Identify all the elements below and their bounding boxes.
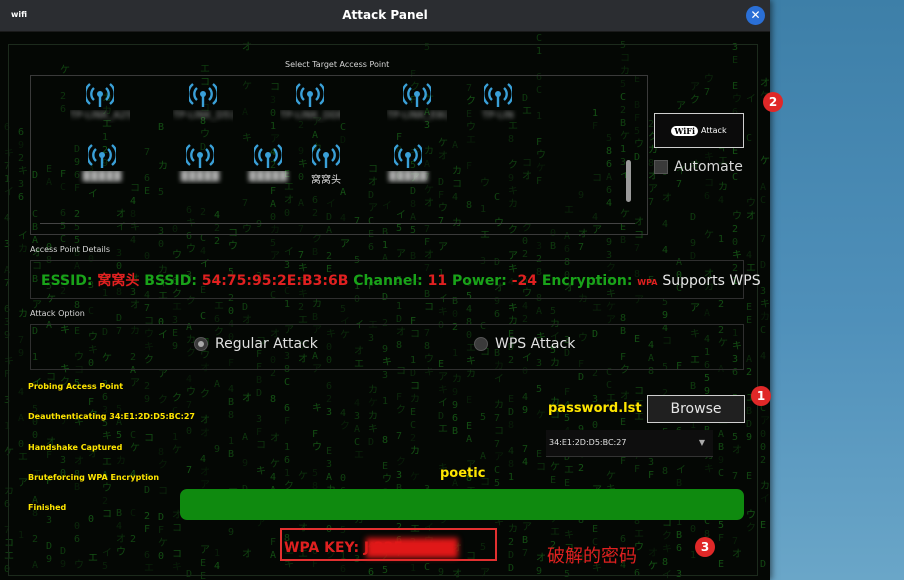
encryption-value: WPA bbox=[637, 278, 658, 287]
wifi-signal-icon bbox=[238, 143, 298, 169]
access-point-item[interactable]: TP-LINK_DDE1 bbox=[280, 82, 340, 123]
details-section-label: Access Point Details bbox=[30, 245, 111, 254]
access-point-ssid: 窝窝头 bbox=[311, 175, 341, 184]
crack-progress-bar bbox=[180, 489, 744, 520]
bssid-value: 54:75:95:2E:B3:6B bbox=[201, 273, 349, 289]
access-point-ssid: █████ bbox=[248, 171, 288, 182]
status-line: Deauthenticating 34:E1:2D:D5:BC:27 bbox=[28, 412, 195, 421]
access-point-ssid: TP-LINK_A255 bbox=[70, 110, 130, 121]
status-line: Probing Access Point bbox=[28, 382, 124, 391]
status-line: Finished bbox=[28, 503, 67, 512]
access-point-item[interactable]: █████ bbox=[238, 143, 298, 184]
cracked-password-note: 破解的密码 bbox=[547, 546, 637, 567]
wordlist-file-label: password.lst bbox=[548, 401, 642, 416]
access-point-ssid: TP-LINK_D51D bbox=[173, 110, 233, 121]
wifi-attack-button[interactable]: WiFi Attack bbox=[654, 113, 744, 148]
current-word: poetic bbox=[440, 466, 486, 481]
wifi-attack-label: Attack bbox=[701, 126, 727, 135]
wps-attack-label: WPS Attack bbox=[495, 336, 576, 352]
annotation-badge-1: 1 bbox=[751, 386, 771, 406]
automate-checkbox[interactable]: Automate bbox=[654, 159, 743, 175]
channel-value: 11 bbox=[427, 273, 448, 289]
essid-value: 窝窝头 bbox=[97, 273, 140, 289]
access-point-ssid: █████ bbox=[180, 171, 220, 182]
wifi-signal-icon bbox=[378, 143, 438, 169]
redaction-mark bbox=[366, 538, 458, 558]
access-point-ssid: █████ bbox=[388, 171, 428, 182]
access-point-item[interactable]: TP-LINK_A255 bbox=[70, 82, 130, 123]
status-line: Bruteforcing WPA Encryption bbox=[28, 473, 160, 482]
channel-key: Channel: bbox=[353, 273, 423, 289]
access-point-ssid: █████ bbox=[82, 171, 122, 182]
wifi-signal-icon bbox=[70, 82, 130, 108]
window-title: Attack Panel bbox=[342, 8, 428, 22]
regular-attack-label: Regular Attack bbox=[215, 336, 318, 352]
client-mac-value: 34:E1:2D:D5:BC:27 bbox=[549, 438, 627, 447]
wifi-signal-icon bbox=[173, 82, 233, 108]
wifi-signal-icon bbox=[72, 143, 132, 169]
wps-attack-radio[interactable]: WPS Attack bbox=[474, 336, 575, 352]
wps-support: Supports WPS bbox=[662, 273, 761, 289]
annotation-badge-2: 2 bbox=[763, 92, 783, 112]
access-point-item[interactable]: █████ bbox=[378, 143, 438, 184]
essid-key: ESSID: bbox=[41, 273, 93, 289]
ap-details-line: ESSID: 窝窝头 BSSID: 54:75:95:2E:B3:6B Chan… bbox=[41, 270, 761, 290]
progress-fill bbox=[180, 489, 744, 520]
access-point-item[interactable]: █████ bbox=[170, 143, 230, 184]
access-point-ssid: TP-LINK_E8CA bbox=[387, 110, 447, 121]
encryption-key: Encryption: bbox=[541, 273, 633, 289]
access-point-item[interactable]: █████ bbox=[72, 143, 132, 184]
chevron-down-icon: ▼ bbox=[698, 438, 705, 447]
wifi-signal-icon bbox=[387, 82, 447, 108]
power-value: -24 bbox=[511, 273, 537, 289]
access-point-item[interactable]: TP-LINK_D51D bbox=[173, 82, 233, 123]
browse-button[interactable]: Browse bbox=[647, 395, 745, 423]
close-button[interactable]: ✕ bbox=[746, 6, 765, 25]
access-point-ssid: TP-LIN bbox=[482, 110, 514, 121]
wifi-signal-icon bbox=[296, 143, 356, 169]
attack-option-label: Attack Option bbox=[30, 309, 85, 318]
checkbox-icon bbox=[654, 160, 668, 174]
automate-label: Automate bbox=[674, 159, 743, 175]
attack-option-panel bbox=[30, 324, 744, 370]
radio-selected-icon bbox=[194, 337, 208, 351]
wifi-signal-icon bbox=[170, 143, 230, 169]
wifi-signal-icon bbox=[280, 82, 340, 108]
wifi-signal-icon bbox=[468, 82, 528, 108]
access-point-item[interactable]: TP-LIN bbox=[468, 82, 528, 123]
client-mac-select[interactable]: 34:E1:2D:D5:BC:27 ▼ bbox=[546, 430, 713, 457]
bssid-key: BSSID: bbox=[144, 273, 197, 289]
ap-list-scrollbar[interactable] bbox=[626, 160, 631, 202]
title-bar: wifi Attack Panel ✕ bbox=[0, 0, 770, 32]
ap-section-label: Select Target Access Point bbox=[285, 60, 390, 69]
power-key: Power: bbox=[452, 273, 507, 289]
access-point-item[interactable]: 窝窝头 bbox=[296, 143, 356, 184]
access-point-item[interactable]: TP-LINK_E8CA bbox=[387, 82, 447, 123]
wifi-logo-icon: WiFi bbox=[671, 125, 699, 136]
regular-attack-radio[interactable]: Regular Attack bbox=[194, 336, 318, 352]
annotation-badge-3: 3 bbox=[695, 537, 715, 557]
radio-unselected-icon bbox=[474, 337, 488, 351]
access-point-ssid: TP-LINK_DDE1 bbox=[280, 110, 340, 121]
status-line: Handshake Captured bbox=[28, 443, 123, 452]
